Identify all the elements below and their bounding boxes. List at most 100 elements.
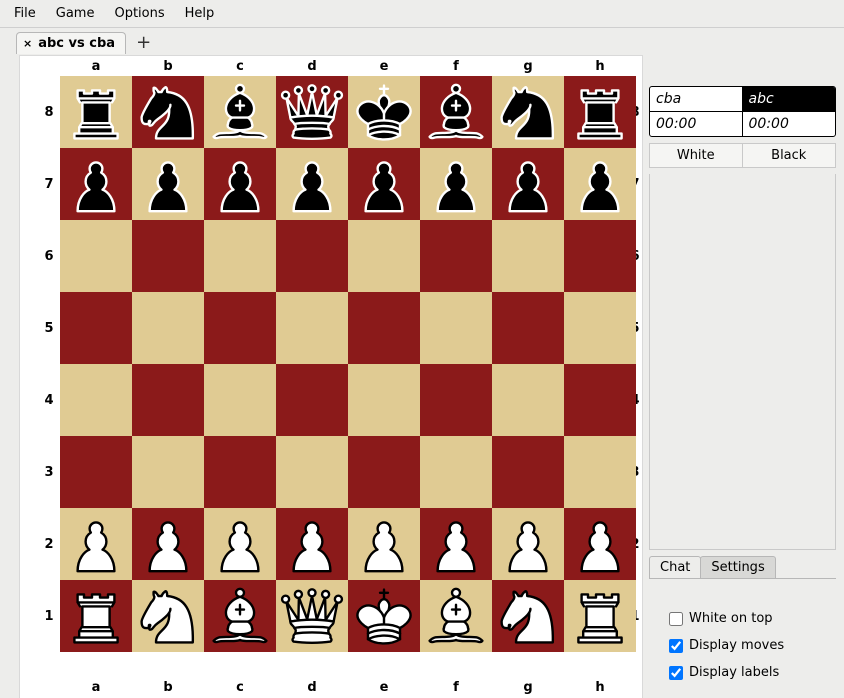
square-h2[interactable] bbox=[564, 508, 636, 580]
square-a4[interactable] bbox=[60, 364, 132, 436]
file-label: c bbox=[204, 59, 276, 74]
square-d3[interactable] bbox=[276, 436, 348, 508]
square-c6[interactable] bbox=[204, 220, 276, 292]
square-d2[interactable] bbox=[276, 508, 348, 580]
square-g4[interactable] bbox=[492, 364, 564, 436]
square-f4[interactable] bbox=[420, 364, 492, 436]
black-rook-icon bbox=[564, 76, 636, 148]
square-e6[interactable] bbox=[348, 220, 420, 292]
square-f5[interactable] bbox=[420, 292, 492, 364]
square-h1[interactable] bbox=[564, 580, 636, 652]
square-f2[interactable] bbox=[420, 508, 492, 580]
file-label: h bbox=[564, 680, 636, 695]
square-a1[interactable] bbox=[60, 580, 132, 652]
square-e8[interactable] bbox=[348, 76, 420, 148]
square-d4[interactable] bbox=[276, 364, 348, 436]
square-g7[interactable] bbox=[492, 148, 564, 220]
square-a7[interactable] bbox=[60, 148, 132, 220]
square-a8[interactable] bbox=[60, 76, 132, 148]
square-f1[interactable] bbox=[420, 580, 492, 652]
square-e7[interactable] bbox=[348, 148, 420, 220]
black-knight-icon bbox=[132, 76, 204, 148]
menu-game[interactable]: Game bbox=[48, 4, 103, 23]
square-e4[interactable] bbox=[348, 364, 420, 436]
square-h7[interactable] bbox=[564, 148, 636, 220]
checkbox-white-on-top[interactable] bbox=[669, 612, 683, 626]
white-pawn-icon bbox=[348, 508, 420, 580]
square-b5[interactable] bbox=[132, 292, 204, 364]
option-display-labels[interactable]: Display labels bbox=[669, 659, 828, 686]
side-pane: cba abc 00:00 00:00 White Black Chat Set… bbox=[645, 54, 844, 698]
square-a3[interactable] bbox=[60, 436, 132, 508]
square-h6[interactable] bbox=[564, 220, 636, 292]
white-pawn-icon bbox=[276, 508, 348, 580]
white-pawn-icon bbox=[60, 508, 132, 580]
white-knight-icon bbox=[132, 580, 204, 652]
square-e3[interactable] bbox=[348, 436, 420, 508]
square-c2[interactable] bbox=[204, 508, 276, 580]
square-f7[interactable] bbox=[420, 148, 492, 220]
checkbox-display-labels[interactable] bbox=[669, 666, 683, 680]
square-h4[interactable] bbox=[564, 364, 636, 436]
checkbox-display-moves[interactable] bbox=[669, 639, 683, 653]
square-f3[interactable] bbox=[420, 436, 492, 508]
menubar: FileGameOptions Help bbox=[0, 0, 844, 28]
square-h5[interactable] bbox=[564, 292, 636, 364]
option-display-moves[interactable]: Display moves bbox=[669, 632, 828, 659]
tab-settings[interactable]: Settings bbox=[700, 556, 775, 578]
square-g8[interactable] bbox=[492, 76, 564, 148]
clock-box: cba abc 00:00 00:00 bbox=[649, 86, 836, 137]
square-g6[interactable] bbox=[492, 220, 564, 292]
square-f6[interactable] bbox=[420, 220, 492, 292]
black-bishop-icon bbox=[204, 76, 276, 148]
square-f8[interactable] bbox=[420, 76, 492, 148]
menu-file[interactable]: File bbox=[6, 4, 44, 23]
square-d6[interactable] bbox=[276, 220, 348, 292]
square-c3[interactable] bbox=[204, 436, 276, 508]
tab-chat[interactable]: Chat bbox=[649, 556, 701, 578]
square-b6[interactable] bbox=[132, 220, 204, 292]
square-c5[interactable] bbox=[204, 292, 276, 364]
new-tab-button[interactable]: + bbox=[132, 34, 155, 52]
square-a2[interactable] bbox=[60, 508, 132, 580]
menu-options[interactable]: Options bbox=[106, 4, 172, 23]
square-g2[interactable] bbox=[492, 508, 564, 580]
square-c7[interactable] bbox=[204, 148, 276, 220]
square-d1[interactable] bbox=[276, 580, 348, 652]
square-e2[interactable] bbox=[348, 508, 420, 580]
square-e1[interactable] bbox=[348, 580, 420, 652]
chess-board[interactable] bbox=[60, 76, 636, 652]
square-e5[interactable] bbox=[348, 292, 420, 364]
square-b7[interactable] bbox=[132, 148, 204, 220]
square-g5[interactable] bbox=[492, 292, 564, 364]
game-tab[interactable]: × abc vs cba bbox=[16, 32, 126, 54]
square-b4[interactable] bbox=[132, 364, 204, 436]
white-pawn-icon bbox=[492, 508, 564, 580]
square-a6[interactable] bbox=[60, 220, 132, 292]
square-g3[interactable] bbox=[492, 436, 564, 508]
square-d8[interactable] bbox=[276, 76, 348, 148]
square-b3[interactable] bbox=[132, 436, 204, 508]
option-white-on-top[interactable]: White on top bbox=[669, 605, 828, 632]
option-label: White on top bbox=[689, 611, 773, 626]
square-a5[interactable] bbox=[60, 292, 132, 364]
game-tab-bar: × abc vs cba + bbox=[0, 28, 844, 54]
square-c4[interactable] bbox=[204, 364, 276, 436]
square-b8[interactable] bbox=[132, 76, 204, 148]
settings-panel: White on top Display moves Display label… bbox=[649, 585, 836, 694]
square-c8[interactable] bbox=[204, 76, 276, 148]
square-d5[interactable] bbox=[276, 292, 348, 364]
close-icon[interactable]: × bbox=[23, 38, 32, 49]
square-c1[interactable] bbox=[204, 580, 276, 652]
black-pawn-icon bbox=[60, 148, 132, 220]
square-d7[interactable] bbox=[276, 148, 348, 220]
square-b2[interactable] bbox=[132, 508, 204, 580]
square-b1[interactable] bbox=[132, 580, 204, 652]
menu-help[interactable]: Help bbox=[177, 4, 223, 23]
file-label: e bbox=[348, 680, 420, 695]
black-pawn-icon bbox=[204, 148, 276, 220]
move-list[interactable] bbox=[649, 174, 836, 550]
square-h3[interactable] bbox=[564, 436, 636, 508]
square-h8[interactable] bbox=[564, 76, 636, 148]
square-g1[interactable] bbox=[492, 580, 564, 652]
